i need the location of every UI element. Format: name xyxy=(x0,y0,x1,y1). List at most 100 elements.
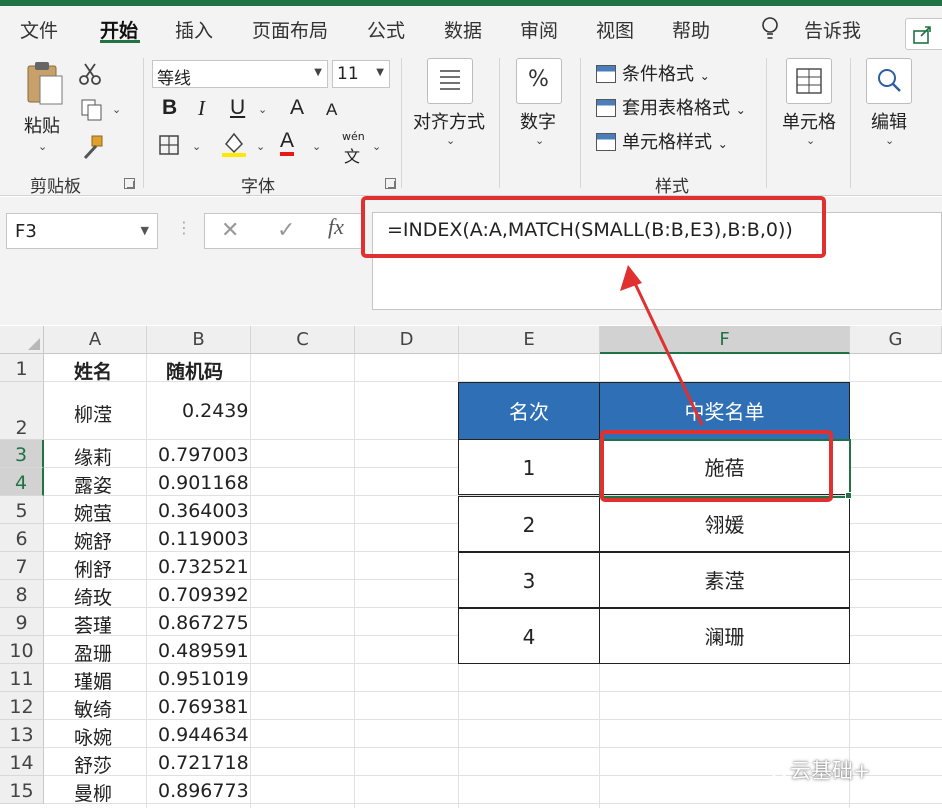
tab-data[interactable]: 数据 xyxy=(444,16,482,43)
cell-b7[interactable]: 0.732521 xyxy=(158,556,249,578)
column-header-b[interactable]: B xyxy=(147,326,251,354)
conditional-formatting-button[interactable]: 条件格式 ⌄ xyxy=(596,60,710,86)
decrease-font-button[interactable]: A xyxy=(326,100,337,120)
font-color-dropdown-icon[interactable]: ⌄ xyxy=(312,140,321,153)
cell-a5[interactable]: 婉萤 xyxy=(74,499,112,526)
borders-dropdown-icon[interactable]: ⌄ xyxy=(192,140,201,153)
row-header-1[interactable]: 1 xyxy=(0,354,44,382)
phonetic-guide-button[interactable]: wén 文 xyxy=(342,130,365,167)
underline-dropdown-icon[interactable]: ⌄ xyxy=(258,103,267,116)
row-header-6[interactable]: 6 xyxy=(0,524,44,552)
alignment-button[interactable] xyxy=(427,58,473,104)
rank-cell-2[interactable]: 2 xyxy=(458,496,600,552)
cell-a7[interactable]: 俐舒 xyxy=(74,555,112,582)
cell-b12[interactable]: 0.769381 xyxy=(158,696,249,718)
row-header-2[interactable]: 2 xyxy=(0,382,44,440)
winner-cell-3[interactable]: 素滢 xyxy=(599,552,850,608)
paste-label[interactable]: 粘贴 xyxy=(24,112,60,138)
row-header-7[interactable]: 7 xyxy=(0,552,44,580)
tab-home[interactable]: 开始 xyxy=(100,16,138,43)
winner-cell-4[interactable]: 澜珊 xyxy=(599,608,850,664)
winner-cell-2[interactable]: 翎媛 xyxy=(599,496,850,552)
phonetic-dropdown-icon[interactable]: ⌄ xyxy=(372,140,381,153)
rank-cell-4[interactable]: 4 xyxy=(458,608,600,664)
row-header-14[interactable]: 14 xyxy=(0,748,44,776)
editing-label[interactable]: 编辑 xyxy=(871,108,907,134)
font-color-button[interactable]: A xyxy=(280,130,295,156)
cell-a15[interactable]: 曼柳 xyxy=(74,779,112,806)
copy-icon[interactable] xyxy=(80,98,106,122)
cell-b2[interactable]: 0.2439 xyxy=(182,400,248,422)
cell-b4[interactable]: 0.901168 xyxy=(158,472,249,494)
cell-b9[interactable]: 0.867275 xyxy=(158,612,249,634)
cell-b10[interactable]: 0.489591 xyxy=(158,640,249,662)
cell-a9[interactable]: 荟瑾 xyxy=(74,611,112,638)
paste-dropdown-icon[interactable]: ⌄ xyxy=(38,140,47,153)
increase-font-button[interactable]: A xyxy=(290,96,304,120)
tab-view[interactable]: 视图 xyxy=(596,16,634,43)
column-header-c[interactable]: C xyxy=(251,326,355,354)
drag-handle-icon[interactable]: ⋮ xyxy=(176,218,192,237)
row-header-3[interactable]: 3 xyxy=(0,440,44,468)
cell-a6[interactable]: 婉舒 xyxy=(74,527,112,554)
cell-a10[interactable]: 盈珊 xyxy=(74,639,112,666)
name-box[interactable]: F3 ▼ xyxy=(6,213,158,249)
alignment-dropdown-icon[interactable]: ⌄ xyxy=(446,134,455,147)
cell-b8[interactable]: 0.709392 xyxy=(158,584,249,606)
cut-icon[interactable] xyxy=(78,62,102,86)
cells-button[interactable] xyxy=(786,58,832,104)
font-launcher-icon[interactable] xyxy=(385,178,396,189)
number-label[interactable]: 数字 xyxy=(520,108,556,134)
tab-insert[interactable]: 插入 xyxy=(175,16,213,43)
enter-icon[interactable]: ✓ xyxy=(277,218,295,243)
italic-button[interactable]: I xyxy=(198,96,205,121)
row-header-8[interactable]: 8 xyxy=(0,580,44,608)
tell-me-search[interactable]: 告诉我 xyxy=(804,16,861,43)
fill-handle[interactable] xyxy=(845,492,852,499)
cell-styles-button[interactable]: 单元格样式 ⌄ xyxy=(596,128,728,154)
row-header-12[interactable]: 12 xyxy=(0,692,44,720)
rank-cell-1[interactable]: 1 xyxy=(458,439,600,495)
copy-dropdown-icon[interactable]: ⌄ xyxy=(112,103,121,116)
rank-header-cell[interactable]: 名次 xyxy=(458,382,600,440)
column-header-d[interactable]: D xyxy=(355,326,459,354)
format-painter-icon[interactable] xyxy=(80,134,106,160)
number-dropdown-icon[interactable]: ⌄ xyxy=(535,134,544,147)
tab-formulas[interactable]: 公式 xyxy=(367,16,405,43)
tab-page-layout[interactable]: 页面布局 xyxy=(252,16,328,43)
column-header-g[interactable]: G xyxy=(850,326,942,354)
cell-a2[interactable]: 柳滢 xyxy=(74,400,112,427)
editing-dropdown-icon[interactable]: ⌄ xyxy=(885,134,894,147)
cell-b15[interactable]: 0.896773 xyxy=(158,780,249,802)
column-header-e[interactable]: E xyxy=(459,326,600,354)
row-header-11[interactable]: 11 xyxy=(0,664,44,692)
font-size-select[interactable]: 11 ▼ xyxy=(332,60,390,88)
select-all-button[interactable] xyxy=(0,326,44,354)
cell-b13[interactable]: 0.944634 xyxy=(158,724,249,746)
insert-function-icon[interactable]: fx xyxy=(328,214,344,240)
fill-color-icon[interactable] xyxy=(220,130,248,158)
cancel-icon[interactable]: ✕ xyxy=(221,218,239,243)
cell-a4[interactable]: 露姿 xyxy=(74,471,112,498)
cell-b1[interactable]: 随机码 xyxy=(166,357,223,384)
cell-a13[interactable]: 咏婉 xyxy=(74,723,112,750)
cell-b5[interactable]: 0.364003 xyxy=(158,500,249,522)
row-header-10[interactable]: 10 xyxy=(0,636,44,664)
cell-a3[interactable]: 缘莉 xyxy=(74,443,112,470)
cell-a8[interactable]: 绮玫 xyxy=(74,583,112,610)
cell-b3[interactable]: 0.797003 xyxy=(158,444,249,466)
number-format-button[interactable]: % xyxy=(516,58,562,104)
cell-a14[interactable]: 舒莎 xyxy=(74,751,112,778)
paste-icon[interactable] xyxy=(24,60,64,106)
row-header-13[interactable]: 13 xyxy=(0,720,44,748)
format-as-table-button[interactable]: 套用表格格式 ⌄ xyxy=(596,94,746,120)
cells-dropdown-icon[interactable]: ⌄ xyxy=(806,134,815,147)
cell-a12[interactable]: 敏绮 xyxy=(74,695,112,722)
row-header-4[interactable]: 4 xyxy=(0,468,44,496)
bold-button[interactable]: B xyxy=(162,96,177,120)
underline-button[interactable]: U xyxy=(230,96,245,120)
tab-review[interactable]: 审阅 xyxy=(520,16,558,43)
cell-a1[interactable]: 姓名 xyxy=(74,357,112,384)
editing-button[interactable] xyxy=(866,58,912,104)
tab-file[interactable]: 文件 xyxy=(20,16,58,43)
